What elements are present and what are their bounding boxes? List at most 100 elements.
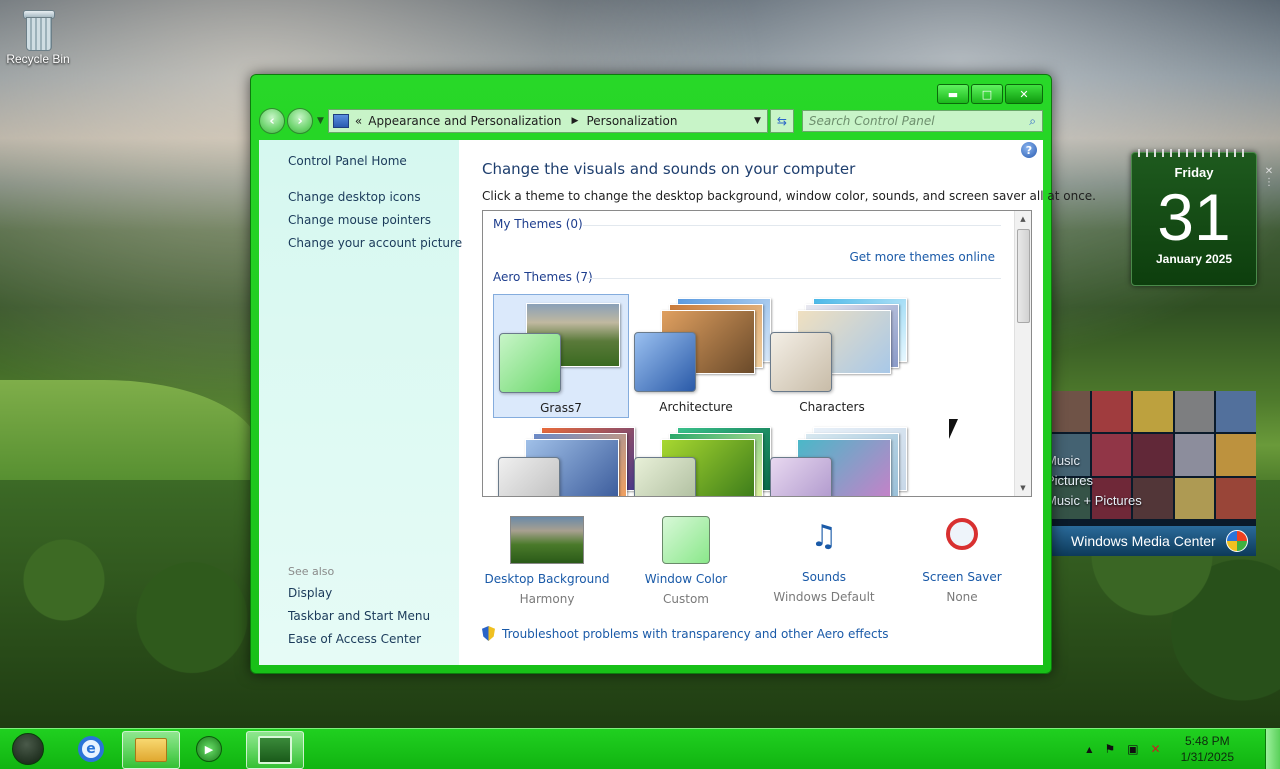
desktop-background-link[interactable]: Desktop Background	[482, 572, 612, 586]
media-center-bar: Windows Media Center	[1050, 526, 1256, 556]
search-icon[interactable]: ⌕	[1029, 114, 1036, 129]
network-icon[interactable]: ▣	[1127, 742, 1138, 756]
address-bar[interactable]: « Appearance and Personalization ▶ Perso…	[327, 109, 768, 133]
see-also-label: See also	[288, 565, 335, 578]
taskbar-control-panel[interactable]	[246, 731, 304, 769]
desktop-background-item[interactable]: Desktop Background Harmony	[482, 512, 612, 606]
theme-name: Characters	[799, 400, 865, 414]
screen-saver-value: None	[946, 590, 978, 604]
my-themes-heading: My Themes (0)	[493, 217, 583, 231]
window-color-item[interactable]: Window Color Custom	[621, 512, 751, 606]
media-item-music[interactable]: Music	[1050, 453, 1080, 468]
theme-scenes[interactable]	[765, 423, 907, 496]
scroll-up-icon[interactable]: ▲	[1015, 211, 1031, 227]
theme-landscapes[interactable]	[493, 423, 635, 496]
calendar-rings	[1138, 149, 1250, 157]
theme-settings: Desktop Background Harmony Window Color …	[482, 512, 1030, 612]
troubleshoot-link[interactable]: Troubleshoot problems with transparency …	[482, 626, 889, 641]
page-description: Click a theme to change the desktop back…	[482, 189, 1096, 203]
desktop-background-icon	[510, 516, 584, 564]
theme-characters[interactable]: Characters	[765, 294, 907, 416]
theme-grass7[interactable]: Grass7	[493, 294, 629, 418]
folder-icon	[135, 738, 167, 762]
sidebar-display[interactable]: Display	[288, 586, 332, 600]
window-color-link[interactable]: Window Color	[621, 572, 751, 586]
recycle-bin[interactable]: Recycle Bin	[4, 6, 72, 66]
sidebar: Control Panel Home Change desktop icons …	[259, 140, 462, 665]
breadcrumb-personalization[interactable]: Personalization	[586, 114, 677, 128]
search-input[interactable]: Search Control Panel ⌕	[801, 110, 1043, 132]
window-content: Control Panel Home Change desktop icons …	[259, 140, 1096, 665]
theme-nature[interactable]	[629, 423, 771, 496]
shield-icon	[482, 626, 495, 641]
media-center-gadget[interactable]: Music Pictures Music + Pictures Windows …	[1050, 391, 1256, 556]
sounds-icon: ♫	[810, 519, 838, 554]
sounds-item[interactable]: ♫ Sounds Windows Default	[759, 512, 889, 604]
sidebar-control-panel-home[interactable]: Control Panel Home	[288, 154, 407, 168]
media-player-icon: ▶	[196, 736, 222, 762]
address-prefix[interactable]: «	[355, 114, 362, 128]
sounds-value: Windows Default	[773, 590, 875, 604]
calendar-gadget[interactable]: Friday 31 January 2025	[1131, 149, 1257, 286]
clock[interactable]: 5:48 PM 1/31/2025	[1181, 733, 1234, 765]
theme-architecture[interactable]: Architecture	[629, 294, 771, 416]
screen-saver-item[interactable]: Screen Saver None	[897, 512, 1027, 604]
address-dropdown-icon[interactable]: ▼	[754, 116, 761, 126]
sounds-link[interactable]: Sounds	[759, 570, 889, 584]
sidebar-change-mouse-pointers[interactable]: Change mouse pointers	[288, 213, 431, 227]
screen-saver-icon	[926, 512, 998, 562]
start-orb-icon	[12, 733, 44, 765]
action-center-flag-icon[interactable]: ⚑	[1104, 742, 1115, 756]
breadcrumb-appearance[interactable]: Appearance and Personalization	[368, 114, 561, 128]
scroll-down-icon[interactable]: ▼	[1015, 480, 1031, 496]
search-placeholder: Search Control Panel	[808, 114, 935, 128]
scrollbar-thumb[interactable]	[1017, 229, 1030, 323]
sidebar-change-desktop-icons[interactable]: Change desktop icons	[288, 190, 421, 204]
sidebar-change-account-picture[interactable]: Change your account picture	[288, 236, 462, 250]
internet-explorer-icon: e	[78, 736, 104, 762]
divider	[583, 225, 1001, 226]
personalization-window: ▬ □ ✕ ‹ › ▼ « Appearance and Personaliza…	[250, 74, 1096, 674]
calendar-day: Friday	[1174, 165, 1214, 180]
system-tray: ▲ ⚑ ▣ ✕ 5:48 PM 1/31/2025	[1080, 729, 1234, 769]
start-button[interactable]	[8, 731, 48, 767]
show-desktop-button[interactable]	[1265, 729, 1280, 769]
help-icon[interactable]: ?	[1021, 142, 1037, 158]
desktop-background-value: Harmony	[519, 592, 575, 606]
theme-list-scrollbar[interactable]: ▲ ▼	[1014, 211, 1031, 496]
calendar-date: 31	[1157, 180, 1231, 254]
taskbar-explorer[interactable]	[122, 731, 180, 769]
breadcrumb-separator-icon[interactable]: ▶	[572, 116, 579, 126]
gadget-close-icon[interactable]: ✕ ⋮	[1261, 166, 1277, 188]
close-button[interactable]: ✕	[1005, 84, 1043, 104]
taskbar-internet-explorer[interactable]: e	[68, 731, 114, 767]
theme-name: Grass7	[540, 401, 582, 415]
screen-saver-link[interactable]: Screen Saver	[897, 570, 1027, 584]
divider	[587, 278, 1001, 279]
back-button[interactable]: ‹	[259, 108, 285, 134]
windows-logo-icon	[1226, 530, 1248, 552]
navigation-bar: ‹ › ▼ « Appearance and Personalization ▶…	[259, 108, 1043, 134]
sidebar-ease-of-access[interactable]: Ease of Access Center	[288, 632, 421, 646]
mouse-cursor-icon	[949, 419, 958, 439]
forward-button[interactable]: ›	[287, 108, 313, 134]
get-more-themes-link[interactable]: Get more themes online	[849, 250, 995, 264]
sidebar-taskbar-start-menu[interactable]: Taskbar and Start Menu	[288, 609, 430, 623]
tray-expand-icon[interactable]: ▲	[1086, 745, 1092, 754]
clock-time: 5:48 PM	[1184, 734, 1230, 748]
recycle-bin-label: Recycle Bin	[6, 52, 70, 66]
minimize-button[interactable]: ▬	[937, 84, 969, 104]
maximize-button[interactable]: □	[971, 84, 1003, 104]
volume-muted-icon[interactable]: ✕	[1151, 742, 1161, 756]
troubleshoot-text[interactable]: Troubleshoot problems with transparency …	[502, 627, 889, 641]
media-item-pictures[interactable]: Pictures	[1050, 473, 1093, 488]
refresh-button[interactable]: ⇆	[769, 109, 794, 133]
recent-pages-chevron-icon[interactable]: ▼	[317, 116, 324, 126]
media-item-music-pictures[interactable]: Music + Pictures	[1050, 493, 1142, 508]
control-panel-icon	[332, 114, 349, 128]
taskbar-media-player[interactable]: ▶	[186, 731, 232, 767]
recycle-bin-icon	[21, 8, 55, 51]
media-center-title: Windows Media Center	[1071, 533, 1216, 549]
theme-name: Architecture	[659, 400, 733, 414]
theme-list[interactable]: My Themes (0) Get more themes online Aer…	[482, 210, 1032, 497]
